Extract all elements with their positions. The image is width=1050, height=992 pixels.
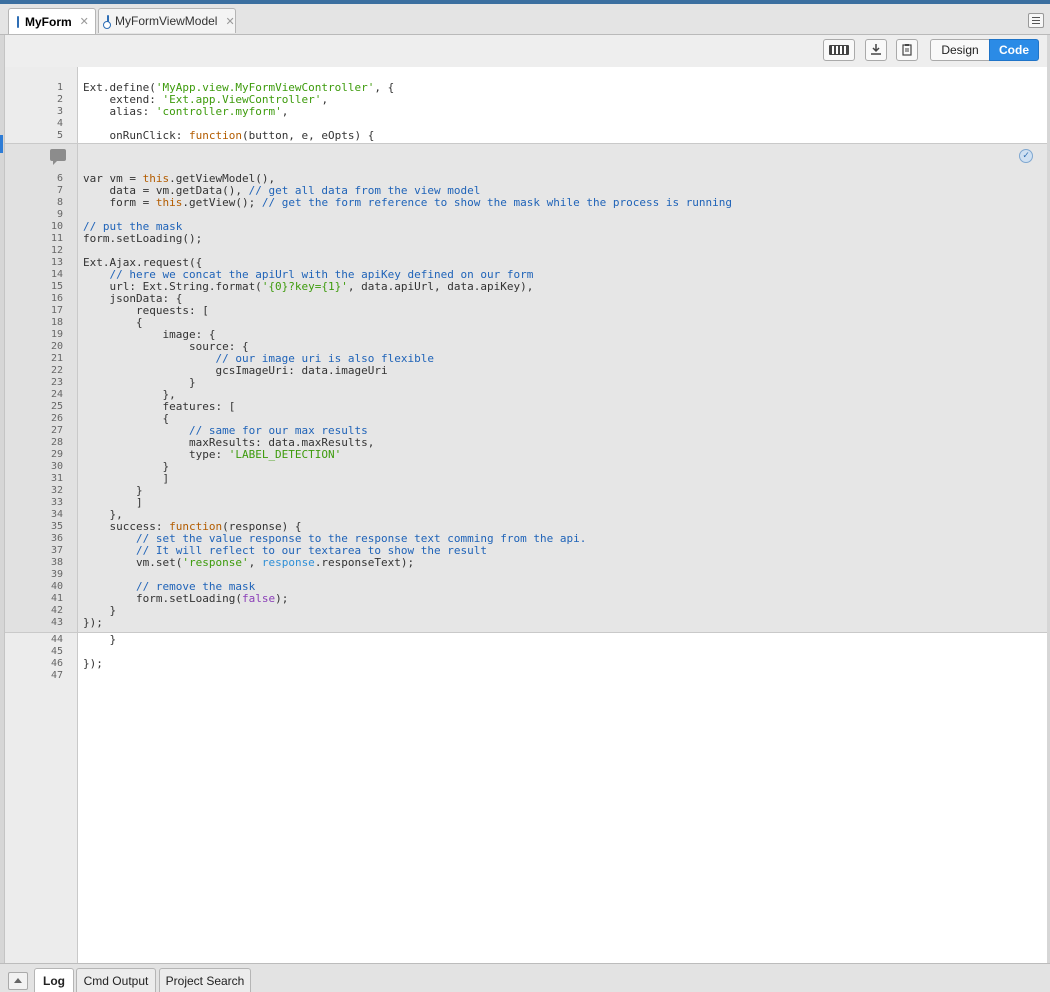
comment-icon[interactable]	[50, 149, 66, 165]
code-text: form.setLoading();	[83, 232, 203, 245]
line-number: 35	[50, 521, 63, 532]
line-number: 14	[50, 269, 63, 280]
code-mode-button[interactable]: Code	[989, 39, 1039, 61]
line-number: 10	[50, 221, 63, 232]
line-number: 37	[50, 545, 63, 556]
line-number: 28	[50, 437, 63, 448]
line-number: 33	[50, 497, 63, 508]
editor-toolbar: Design Code	[5, 35, 1047, 68]
line-number: 47	[50, 670, 63, 681]
tab-label: MyFormViewModel	[115, 14, 218, 28]
line-number: 24	[50, 389, 63, 400]
code-line[interactable]: 8 form = this.getView(); // get the form…	[5, 197, 1047, 209]
line-number: 45	[50, 646, 63, 657]
line-number: 2	[56, 94, 63, 105]
line-number: 12	[50, 245, 63, 256]
code-line[interactable]: 3 alias: 'controller.myform',	[5, 106, 1047, 118]
clipboard-icon	[902, 44, 912, 56]
line-number: 22	[50, 365, 63, 376]
code-line[interactable]: 43});	[5, 617, 1047, 629]
line-number: 34	[50, 509, 63, 520]
code-line[interactable]: 42 }	[5, 605, 1047, 617]
code-line[interactable]: 41 form.setLoading(false);	[5, 593, 1047, 605]
close-icon[interactable]: ✕	[225, 15, 234, 28]
bottom-panel-bar: Log Cmd Output Project Search	[0, 963, 1050, 992]
code-text: }	[83, 633, 117, 646]
line-number: 8	[56, 197, 63, 208]
tab-project-search[interactable]: Project Search	[159, 968, 251, 992]
line-number: 20	[50, 341, 63, 352]
line-number: 9	[56, 209, 63, 220]
line-number: 5	[56, 130, 63, 141]
code-line[interactable]: 38 vm.set('response', response.responseT…	[5, 557, 1047, 569]
line-number: 42	[50, 605, 63, 616]
code-line[interactable]: 47	[5, 670, 1047, 682]
line-number: 13	[50, 257, 63, 268]
line-number: 16	[50, 293, 63, 304]
code-text: vm.set('response', response.responseText…	[83, 556, 415, 569]
tab-myformviewmodel[interactable]: MyFormViewModel ✕	[98, 8, 236, 33]
line-number: 43	[50, 617, 63, 628]
code-text: form = this.getView(); // get the form r…	[83, 196, 733, 209]
code-text: onRunClick: function(button, e, eOpts) {	[83, 129, 375, 142]
line-number: 11	[50, 233, 63, 244]
code-line[interactable]: 17 requests: [	[5, 305, 1047, 317]
line-number: 23	[50, 377, 63, 388]
tab-menu-icon[interactable]	[1028, 13, 1044, 28]
line-number: 6	[56, 173, 63, 184]
line-number: 21	[50, 353, 63, 364]
code-line[interactable]: 32 }	[5, 485, 1047, 497]
line-number: 26	[50, 413, 63, 424]
tab-label: MyForm	[25, 14, 72, 29]
collapse-panel-icon[interactable]	[8, 972, 28, 990]
code-text: });	[83, 657, 103, 670]
line-number: 15	[50, 281, 63, 292]
code-line[interactable]: 45	[5, 646, 1047, 658]
close-icon[interactable]: ✕	[80, 15, 89, 28]
design-mode-button[interactable]: Design	[930, 39, 990, 61]
line-number: 27	[50, 425, 63, 436]
line-number: 3	[56, 106, 63, 117]
line-number: 18	[50, 317, 63, 328]
keyboard-shortcuts-button[interactable]	[823, 39, 855, 61]
line-number: 44	[50, 634, 63, 645]
code-line[interactable]: 31 ]	[5, 473, 1047, 485]
line-number: 30	[50, 461, 63, 472]
code-text: });	[83, 616, 103, 629]
tab-cmd-output[interactable]: Cmd Output	[76, 968, 156, 992]
code-line[interactable]: 46});	[5, 658, 1047, 670]
line-number: 41	[50, 593, 63, 604]
active-region-marker	[0, 135, 3, 153]
line-number: 36	[50, 533, 63, 544]
download-button[interactable]	[865, 39, 887, 61]
line-number: 7	[56, 185, 63, 196]
line-number: 29	[50, 449, 63, 460]
code-text: alias: 'controller.myform',	[83, 105, 289, 118]
line-number: 32	[50, 485, 63, 496]
download-icon	[871, 44, 881, 55]
line-number: 46	[50, 658, 63, 669]
tab-log[interactable]: Log	[34, 968, 74, 992]
line-number: 38	[50, 557, 63, 568]
tab-myform[interactable]: MyForm ✕	[8, 8, 96, 34]
code-line[interactable]: 11 form.setLoading();	[5, 233, 1047, 245]
clipboard-button[interactable]	[896, 39, 918, 61]
line-number: 40	[50, 581, 63, 592]
code-line[interactable]: 44 }	[5, 634, 1047, 646]
form-icon	[17, 15, 19, 28]
keyboard-icon	[829, 45, 849, 55]
line-number: 1	[56, 82, 63, 93]
line-number: 4	[56, 118, 63, 129]
line-number: 25	[50, 401, 63, 412]
line-number: 39	[50, 569, 63, 580]
function-body-region[interactable]: ✓ 6 var vm = this.getViewModel(), 7 data =…	[5, 143, 1047, 633]
editor-tab-strip: MyForm ✕ MyFormViewModel ✕	[0, 4, 1050, 35]
code-line[interactable]: 5 onRunClick: function(button, e, eOpts)…	[5, 130, 1047, 142]
line-number: 31	[50, 473, 63, 484]
viewmodel-icon	[103, 15, 111, 29]
line-number: 19	[50, 329, 63, 340]
line-number: 17	[50, 305, 63, 316]
code-line[interactable]: 33 ]	[5, 497, 1047, 509]
check-icon[interactable]: ✓	[1019, 149, 1033, 163]
